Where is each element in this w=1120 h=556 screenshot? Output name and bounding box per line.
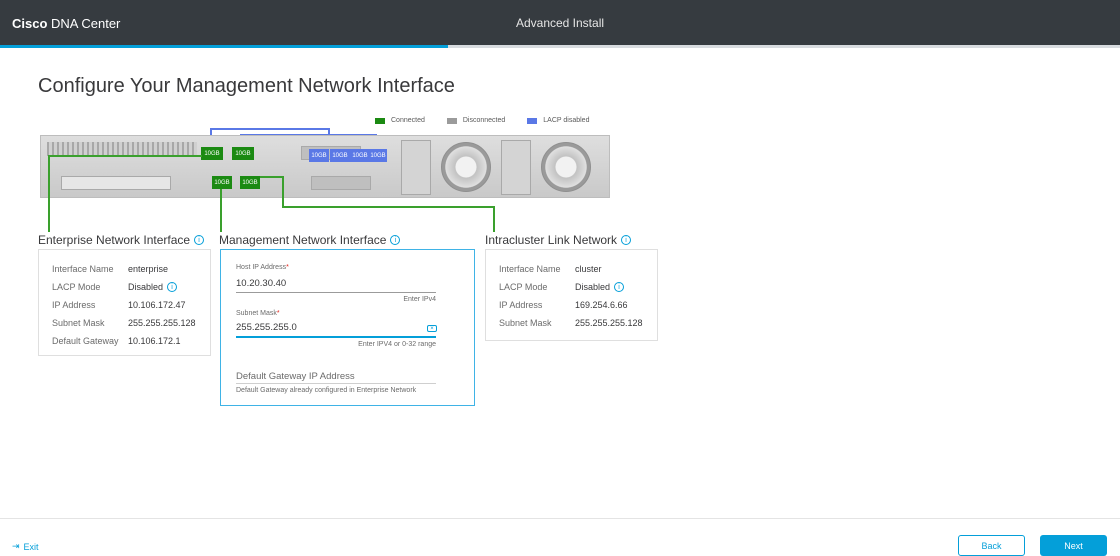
enterprise-row: IP Address 10.106.172.47 [52, 300, 186, 310]
clear-input-icon[interactable]: × [427, 325, 437, 332]
subnet-mask-underline [236, 336, 436, 338]
exit-icon: ⇥ [12, 541, 20, 551]
default-gateway-input[interactable]: Default Gateway IP Address [236, 371, 355, 382]
legend-label: Disconnected [462, 117, 506, 124]
header-title: Advanced Install [515, 16, 605, 30]
back-button[interactable]: Back [958, 535, 1025, 556]
enterprise-link-line [48, 155, 202, 157]
subnet-mask-label: Subnet Mask* [236, 310, 280, 317]
enterprise-card: Interface Name enterprise LACP Mode Disa… [38, 249, 211, 356]
chassis-vent [47, 142, 197, 156]
intracluster-port[interactable]: 10GB [240, 176, 260, 189]
legend-label: Connected [391, 117, 425, 124]
intracluster-row: LACP Mode Disabled i [499, 282, 625, 292]
enterprise-row: LACP Mode Disabled i [52, 282, 178, 292]
legend-disconnected: Disconnected [446, 117, 506, 124]
management-section-title: Management Network Interface i [219, 233, 401, 247]
intracluster-row: Interface Name cluster [499, 264, 602, 274]
info-icon[interactable]: i [614, 282, 625, 292]
host-ip-help: Enter IPv4 [403, 296, 436, 303]
management-form-card: Host IP Address* 10.20.30.40 Enter IPv4 … [220, 249, 475, 406]
management-link-line [220, 189, 222, 232]
intracluster-row: IP Address 169.254.6.66 [499, 300, 628, 310]
subnet-mask-input[interactable]: 255.255.255.0 [236, 322, 297, 333]
psu-fan [441, 142, 491, 192]
intracluster-card: Interface Name cluster LACP Mode Disable… [485, 249, 658, 341]
management-port[interactable]: 10GB [212, 176, 232, 189]
lacp-port[interactable]: 10GB [369, 149, 387, 162]
psu-module [401, 140, 431, 195]
connected-swatch [375, 117, 385, 124]
enterprise-row: Interface Name enterprise [52, 264, 169, 274]
enterprise-port[interactable]: 10GB [201, 147, 223, 160]
info-icon[interactable]: i [167, 282, 178, 292]
info-icon[interactable]: i [621, 235, 632, 245]
lacp-port[interactable]: 10GB [350, 149, 370, 162]
page-title: Configure Your Management Network Interf… [38, 75, 455, 97]
intracluster-link-line [493, 206, 495, 232]
default-gateway-underline [236, 383, 436, 384]
io-panel [311, 176, 371, 190]
enterprise-section-title: Enterprise Network Interface i [38, 233, 205, 247]
legend-connected: Connected [375, 117, 425, 124]
host-ip-input[interactable]: 10.20.30.40 [236, 278, 286, 289]
info-icon[interactable]: i [194, 235, 205, 245]
exit-link[interactable]: ⇥ Exit [12, 541, 39, 552]
drive-bay [61, 176, 171, 190]
lacp-port[interactable]: 10GB [330, 149, 350, 162]
info-icon[interactable]: i [390, 235, 401, 245]
install-progress-fill [0, 45, 448, 48]
legend-lacp-disabled: LACP disabled [527, 117, 589, 124]
next-button[interactable]: Next [1040, 535, 1107, 556]
intracluster-link-line [282, 176, 284, 206]
footer-divider [0, 518, 1120, 519]
intracluster-link-line [260, 176, 283, 178]
server-chassis [40, 135, 610, 198]
enterprise-link-line [48, 155, 50, 232]
port-10gb[interactable]: 10GB [232, 147, 254, 160]
port-legend: Connected Disconnected LACP disabled [375, 117, 589, 124]
psu-module [501, 140, 531, 195]
lacp-wire [210, 128, 328, 130]
enterprise-row: Subnet Mask 255.255.255.128 [52, 318, 196, 328]
host-ip-underline [236, 292, 436, 293]
enterprise-row: Default Gateway 10.106.172.1 [52, 336, 181, 346]
disconnected-swatch [446, 117, 457, 124]
host-ip-label: Host IP Address* [236, 264, 289, 271]
lacp-disabled-swatch [527, 117, 538, 124]
intracluster-section-title: Intracluster Link Network i [485, 233, 632, 247]
psu-fan [541, 142, 591, 192]
install-progress-bar [0, 45, 1120, 48]
intracluster-row: Subnet Mask 255.255.255.128 [499, 318, 643, 328]
top-bar: Cisco DNA Center Advanced Install [0, 0, 1120, 45]
lacp-port[interactable]: 10GB [309, 149, 329, 162]
legend-label: LACP disabled [543, 117, 590, 124]
intracluster-link-line [282, 206, 493, 208]
default-gateway-help: Default Gateway already configured in En… [236, 387, 417, 394]
subnet-mask-help: Enter IPV4 or 0-32 range [358, 341, 436, 348]
